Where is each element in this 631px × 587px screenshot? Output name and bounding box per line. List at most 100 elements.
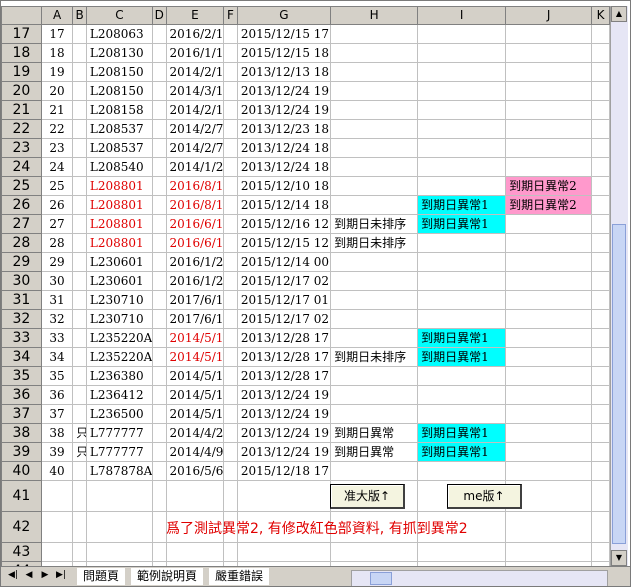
empty-cell[interactable]: [85, 511, 153, 543]
cell-b[interactable]: [72, 309, 87, 329]
cell-f[interactable]: [223, 309, 238, 329]
column-header-c[interactable]: C: [85, 6, 153, 25]
cell-f[interactable]: [223, 423, 238, 443]
cell-c[interactable]: L236380: [85, 366, 153, 386]
cell-j[interactable]: [505, 309, 593, 329]
cell-a[interactable]: 26: [40, 195, 74, 215]
empty-cell[interactable]: [151, 542, 167, 562]
cell-d[interactable]: [151, 423, 167, 443]
cell-i[interactable]: [417, 404, 507, 424]
next-sheet-icon[interactable]: ▶: [39, 570, 51, 580]
cell-h[interactable]: [330, 366, 419, 386]
cell-f[interactable]: [223, 138, 238, 158]
cell-d[interactable]: [151, 176, 167, 196]
column-header-i[interactable]: I: [417, 6, 507, 25]
cell-h[interactable]: [330, 43, 419, 63]
cell-j[interactable]: [505, 385, 593, 405]
cell-d[interactable]: [151, 290, 167, 310]
cell-k[interactable]: [591, 176, 610, 196]
cell-a[interactable]: 37: [40, 404, 74, 424]
row-header[interactable]: 33: [1, 328, 42, 348]
cell-k[interactable]: [591, 195, 610, 215]
row-header[interactable]: 18: [1, 43, 42, 63]
cell-d[interactable]: [151, 461, 167, 481]
cell-h[interactable]: [330, 404, 419, 424]
cell-e[interactable]: 2016/8/19: [165, 176, 225, 196]
row-header[interactable]: 17: [1, 24, 42, 44]
empty-cell[interactable]: [40, 542, 74, 562]
cell-e[interactable]: 2014/2/14: [165, 100, 225, 120]
empty-cell[interactable]: [417, 542, 507, 562]
row-header[interactable]: 26: [1, 195, 42, 215]
cell-k[interactable]: [591, 24, 610, 44]
cell-g[interactable]: 2015/12/17 02:34: [236, 309, 332, 329]
empty-cell[interactable]: [165, 542, 225, 562]
cell-c[interactable]: L208537: [85, 138, 153, 158]
empty-cell[interactable]: [591, 480, 610, 512]
row-header[interactable]: 31: [1, 290, 42, 310]
cell-j[interactable]: [505, 347, 593, 367]
cell-f[interactable]: [223, 290, 238, 310]
cell-h[interactable]: [330, 62, 419, 82]
cell-b[interactable]: [72, 62, 87, 82]
cell-g[interactable]: 2015/12/15 12:34: [236, 233, 332, 253]
cell-a[interactable]: 33: [40, 328, 74, 348]
cell-d[interactable]: [151, 271, 167, 291]
cell-h[interactable]: [330, 385, 419, 405]
cell-j[interactable]: [505, 423, 593, 443]
cell-c[interactable]: L208801: [85, 176, 153, 196]
cell-d[interactable]: [151, 81, 167, 101]
empty-cell[interactable]: [505, 511, 593, 543]
cell-j[interactable]: [505, 100, 593, 120]
cell-i[interactable]: [417, 271, 507, 291]
cell-h[interactable]: [330, 290, 419, 310]
cell-d[interactable]: [151, 214, 167, 234]
column-header-a[interactable]: A: [40, 6, 74, 25]
cell-h[interactable]: 到期日異常: [330, 423, 419, 443]
cell-e[interactable]: 2014/5/13: [165, 385, 225, 405]
horizontal-scrollbar[interactable]: [351, 570, 608, 586]
cell-g[interactable]: 2013/12/24 19:10: [236, 442, 332, 462]
cell-a[interactable]: 36: [40, 385, 74, 405]
empty-cell[interactable]: [591, 511, 610, 543]
cell-h[interactable]: [330, 195, 419, 215]
cell-i[interactable]: [417, 461, 507, 481]
cell-f[interactable]: [223, 81, 238, 101]
vertical-scroll-thumb[interactable]: [612, 224, 626, 544]
cell-h[interactable]: [330, 271, 419, 291]
column-header-d[interactable]: D: [151, 6, 167, 25]
cell-d[interactable]: [151, 233, 167, 253]
cell-k[interactable]: [591, 328, 610, 348]
empty-cell[interactable]: [591, 542, 610, 562]
cell-k[interactable]: [591, 290, 610, 310]
cell-b[interactable]: 只: [72, 442, 87, 462]
cell-i[interactable]: 到期日異常1: [417, 195, 507, 215]
cell-g[interactable]: 2015/12/17 01:34: [236, 290, 332, 310]
cell-b[interactable]: [72, 195, 87, 215]
cell-a[interactable]: 32: [40, 309, 74, 329]
cell-i[interactable]: [417, 100, 507, 120]
cell-h[interactable]: [330, 461, 419, 481]
cell-f[interactable]: [223, 214, 238, 234]
cell-a[interactable]: 30: [40, 271, 74, 291]
cell-j[interactable]: [505, 404, 593, 424]
cell-i[interactable]: [417, 366, 507, 386]
row-header[interactable]: 40: [1, 461, 42, 481]
cell-f[interactable]: [223, 366, 238, 386]
cell-j[interactable]: [505, 461, 593, 481]
tab-severe-error[interactable]: 嚴重錯誤: [209, 568, 270, 585]
cell-j[interactable]: [505, 366, 593, 386]
row-header[interactable]: 36: [1, 385, 42, 405]
cell-f[interactable]: [223, 100, 238, 120]
cell-i[interactable]: 到期日異常1: [417, 423, 507, 443]
cell-j[interactable]: [505, 43, 593, 63]
row-header[interactable]: 20: [1, 81, 42, 101]
cell-d[interactable]: [151, 138, 167, 158]
cell-g[interactable]: 2013/12/28 17:00: [236, 328, 332, 348]
cell-c[interactable]: L787878A: [85, 461, 153, 481]
cell-j[interactable]: [505, 290, 593, 310]
last-sheet-icon[interactable]: ▶|: [55, 570, 67, 580]
cell-i[interactable]: [417, 62, 507, 82]
cell-e[interactable]: 2014/2/7: [165, 119, 225, 139]
cell-a[interactable]: 34: [40, 347, 74, 367]
